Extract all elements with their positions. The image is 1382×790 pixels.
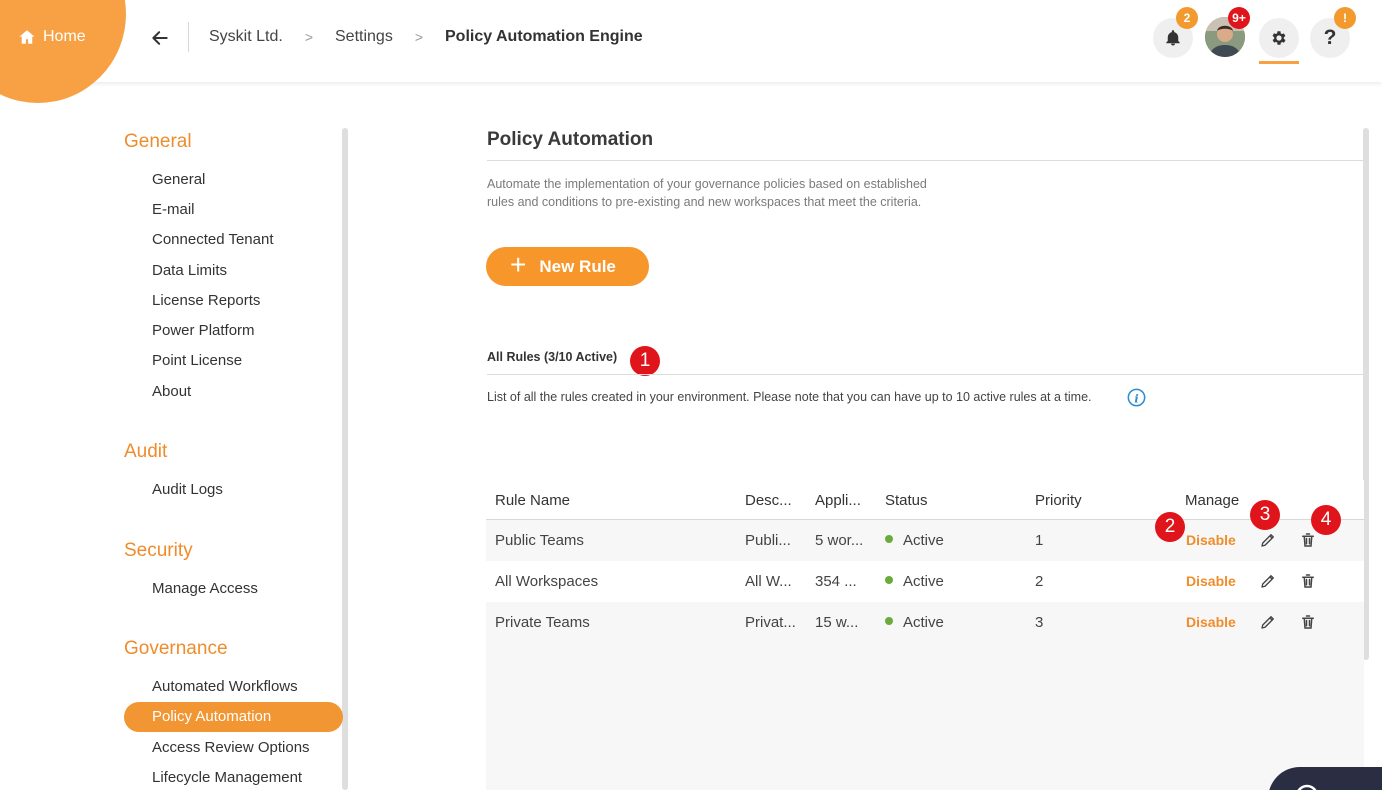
active-settings-indicator	[1259, 61, 1299, 64]
status-dot-icon	[885, 535, 893, 544]
page-title: Policy Automation	[487, 129, 654, 150]
sidebar-item-about[interactable]: About	[152, 383, 191, 400]
home-button[interactable]: Home	[18, 28, 86, 46]
column-priority[interactable]: Priority	[1035, 492, 1082, 509]
sidebar-item-policy-automation[interactable]: Policy Automation	[124, 702, 343, 732]
sidebar-section-audit: Audit	[124, 441, 168, 462]
rule-status-cell: Active	[885, 573, 944, 590]
page-description: Automate the implementation of your gove…	[487, 177, 927, 209]
annotation-marker-2: 2	[1155, 512, 1185, 542]
sidebar-item-access-review-options[interactable]: Access Review Options	[152, 739, 310, 756]
rule-applies-cell: 5 wor...	[815, 532, 864, 549]
trash-icon[interactable]	[1299, 531, 1317, 549]
rule-priority-cell: 2	[1035, 573, 1044, 590]
sidebar-item-manage-access[interactable]: Manage Access	[152, 580, 258, 597]
plus-icon: +	[510, 249, 527, 280]
trash-icon[interactable]	[1299, 572, 1317, 590]
avatar-badge: 9+	[1228, 7, 1250, 29]
title-divider	[487, 160, 1364, 161]
disable-rule-button[interactable]: Disable	[1186, 532, 1236, 548]
sidebar-item-connected-tenant[interactable]: Connected Tenant	[152, 231, 274, 248]
sidebar-section-security: Security	[124, 540, 193, 561]
rule-status-label: Active	[903, 532, 944, 549]
status-dot-icon	[885, 576, 893, 585]
sidebar-section-governance: Governance	[124, 638, 228, 659]
home-icon	[19, 30, 35, 44]
column-description[interactable]: Desc...	[745, 492, 792, 509]
status-dot-icon	[885, 617, 893, 626]
table-row[interactable]: Public Teams Publi... 5 wor... Active 1 …	[486, 520, 1364, 561]
bell-icon	[1166, 30, 1180, 46]
trash-icon[interactable]	[1299, 613, 1317, 631]
rule-status-cell: Active	[885, 614, 944, 631]
rule-status-label: Active	[903, 573, 944, 590]
settings-button[interactable]	[1259, 18, 1299, 58]
sidebar-section-general: General	[124, 131, 192, 152]
help-badge: !	[1334, 7, 1356, 29]
rule-applies-cell: 354 ...	[815, 573, 857, 590]
pencil-icon[interactable]	[1259, 572, 1277, 590]
disable-rule-button[interactable]: Disable	[1186, 573, 1236, 589]
rule-name-cell: Public Teams	[495, 532, 584, 549]
annotation-marker-4: 4	[1311, 505, 1341, 535]
notification-badge: 2	[1176, 7, 1198, 29]
disable-rule-button[interactable]: Disable	[1186, 614, 1236, 630]
home-label: Home	[43, 28, 86, 45]
info-icon[interactable]: i	[1127, 388, 1146, 407]
rule-priority-cell: 3	[1035, 614, 1044, 631]
table-row[interactable]: All Workspaces All W... 354 ... Active 2…	[486, 561, 1364, 602]
header-divider	[188, 22, 189, 52]
chat-icon	[1297, 784, 1317, 790]
column-applies-to[interactable]: Appli...	[815, 492, 861, 509]
breadcrumb-tenant[interactable]: Syskit Ltd.	[209, 28, 283, 46]
rules-description: List of all the rules created in your en…	[487, 390, 1092, 404]
chat-launcher-button[interactable]	[1268, 767, 1382, 790]
sidebar-item-audit-logs[interactable]: Audit Logs	[152, 481, 223, 498]
gear-icon	[1272, 31, 1286, 45]
rule-name-cell: Private Teams	[495, 614, 590, 631]
column-rule-name[interactable]: Rule Name	[495, 492, 570, 509]
rule-description-cell: Publi...	[745, 532, 791, 549]
new-rule-button[interactable]: + New Rule	[486, 247, 649, 286]
sidebar-item-data-limits[interactable]: Data Limits	[152, 262, 227, 279]
rule-status-cell: Active	[885, 532, 944, 549]
sidebar-item-email[interactable]: E-mail	[152, 201, 195, 218]
top-header: Home Syskit Ltd. > Settings > Policy Aut…	[0, 0, 1382, 103]
rule-name-cell: All Workspaces	[495, 573, 599, 590]
column-status[interactable]: Status	[885, 492, 928, 509]
sidebar-item-lifecycle-management[interactable]: Lifecycle Management	[152, 769, 302, 786]
rule-description-cell: Privat...	[745, 614, 796, 631]
table-header: Rule Name Desc... Appli... Status Priori…	[486, 480, 1364, 520]
page-title-breadcrumb: Policy Automation Engine	[445, 28, 643, 45]
settings-sidebar: General General E-mail Connected Tenant …	[0, 82, 350, 790]
rules-divider	[487, 374, 1364, 375]
sidebar-item-license-reports[interactable]: License Reports	[152, 292, 260, 309]
svg-text:i: i	[1134, 391, 1138, 405]
sidebar-item-power-platform[interactable]: Power Platform	[152, 322, 255, 339]
pencil-icon[interactable]	[1259, 531, 1277, 549]
new-rule-label: New Rule	[539, 256, 616, 276]
rules-table: Rule Name Desc... Appli... Status Priori…	[486, 480, 1364, 790]
arrow-left-icon[interactable]	[150, 28, 170, 48]
table-row[interactable]: Private Teams Privat... 15 w... Active 3…	[486, 602, 1364, 643]
annotation-marker-3: 3	[1250, 500, 1280, 530]
sidebar-scrollbar[interactable]	[342, 128, 348, 790]
breadcrumb: Syskit Ltd. > Settings > Policy Automati…	[209, 28, 643, 46]
rules-section-title: All Rules (3/10 Active)	[487, 350, 618, 364]
rule-status-label: Active	[903, 614, 944, 631]
rule-description-cell: All W...	[745, 573, 792, 590]
sidebar-item-point-license[interactable]: Point License	[152, 352, 242, 369]
annotation-marker-1: 1	[630, 346, 660, 376]
breadcrumb-chevron-icon: >	[414, 29, 423, 45]
sidebar-item-automated-workflows[interactable]: Automated Workflows	[152, 678, 298, 695]
question-icon: ?	[1323, 26, 1337, 49]
column-manage: Manage	[1185, 492, 1240, 509]
rule-applies-cell: 15 w...	[815, 614, 859, 631]
sidebar-item-general[interactable]: General	[152, 171, 205, 188]
breadcrumb-settings[interactable]: Settings	[335, 28, 393, 46]
rule-priority-cell: 1	[1035, 532, 1044, 549]
breadcrumb-chevron-icon: >	[304, 29, 313, 45]
pencil-icon[interactable]	[1259, 613, 1277, 631]
